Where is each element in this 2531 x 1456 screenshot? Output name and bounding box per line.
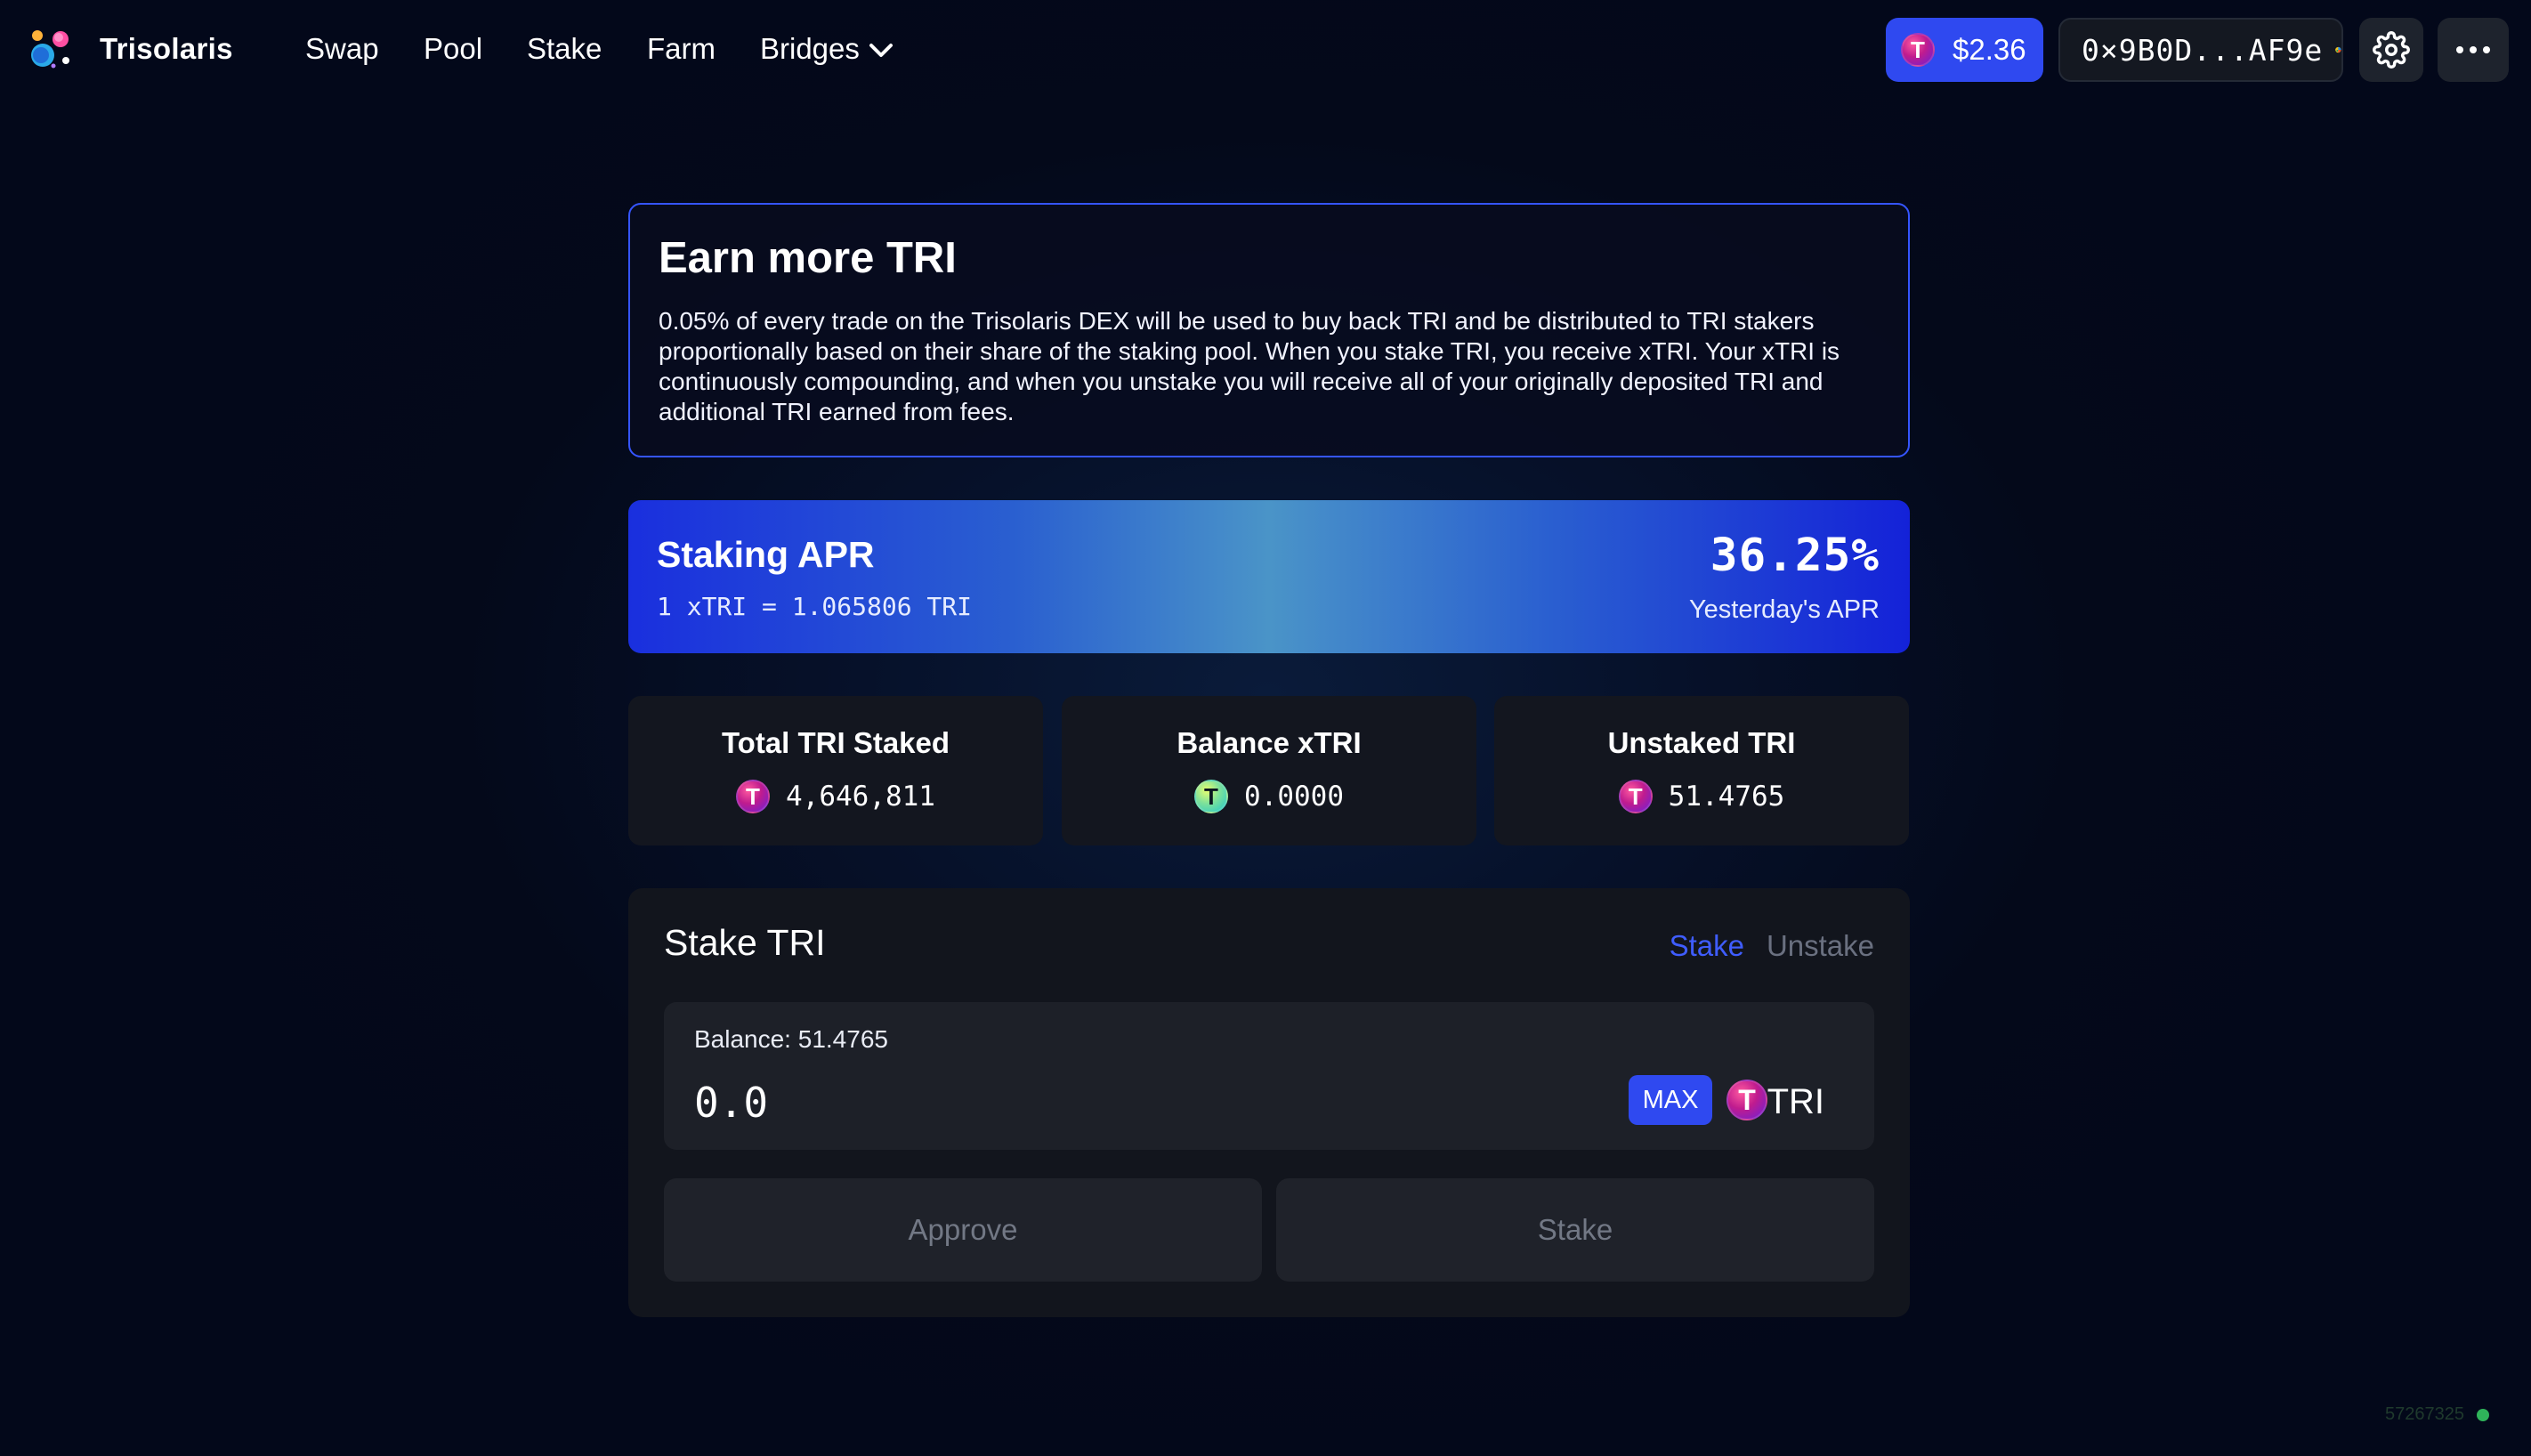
tri-token-icon: T bbox=[736, 780, 770, 813]
stat-label: Balance xTRI bbox=[1177, 726, 1362, 759]
max-button[interactable]: MAX bbox=[1629, 1075, 1712, 1125]
stat-card-balance-xtri: Balance xTRI T 0.0000 bbox=[1062, 696, 1476, 845]
nav-swap[interactable]: Swap bbox=[305, 32, 379, 66]
tab-stake[interactable]: Stake bbox=[1670, 929, 1744, 963]
tab-unstake[interactable]: Unstake bbox=[1767, 929, 1874, 963]
tri-price: $2.36 bbox=[1953, 33, 2026, 66]
top-navbar: Trisolaris Swap Pool Stake Farm Bridges … bbox=[0, 0, 2531, 100]
stat-value-row: T 51.4765 bbox=[1494, 780, 1909, 813]
stake-amount-box: Balance: 51.4765 MAX T TRI bbox=[664, 1002, 1874, 1150]
nav-bridges-label: Bridges bbox=[760, 32, 860, 65]
xtri-token-icon: T bbox=[1194, 780, 1228, 813]
settings-button[interactable] bbox=[2359, 18, 2423, 82]
approve-button[interactable]: Approve bbox=[664, 1178, 1262, 1282]
stake-panel-title: Stake TRI bbox=[664, 922, 826, 963]
stat-label: Total TRI Staked bbox=[721, 726, 950, 759]
nav-stake[interactable]: Stake bbox=[527, 32, 602, 66]
block-number-indicator[interactable]: 57267325 bbox=[2385, 1404, 2489, 1425]
wallet-address: 0×9B0D...AF9e bbox=[2082, 32, 2324, 68]
staking-apr-banner: Staking APR 1 xTRI = 1.065806 TRI 36.25%… bbox=[628, 500, 1910, 653]
info-description: 0.05% of every trade on the Trisolaris D… bbox=[659, 307, 1840, 425]
stake-button[interactable]: Stake bbox=[1276, 1178, 1874, 1282]
balance-label: Balance: 51.4765 bbox=[694, 1025, 888, 1053]
stat-value: 51.4765 bbox=[1668, 781, 1785, 813]
more-icon bbox=[2456, 46, 2490, 53]
status-dot-icon bbox=[2476, 1408, 2489, 1421]
apr-value: 36.25% bbox=[1710, 530, 1880, 582]
stat-card-total-staked: Total TRI Staked T 4,646,811 bbox=[628, 696, 1043, 845]
tri-price-button[interactable]: T $2.36 bbox=[1886, 18, 2043, 82]
block-number: 57267325 bbox=[2385, 1404, 2464, 1424]
stat-value-row: T 0.0000 bbox=[1062, 780, 1476, 813]
brand-name[interactable]: Trisolaris bbox=[100, 32, 233, 66]
token-symbol: TRI bbox=[1767, 1082, 1824, 1121]
stat-label: Unstaked TRI bbox=[1607, 726, 1796, 759]
stat-value: 0.0000 bbox=[1244, 781, 1344, 813]
nav-pool[interactable]: Pool bbox=[424, 32, 482, 66]
apr-title: Staking APR bbox=[657, 534, 875, 575]
info-title: Earn more TRI bbox=[659, 234, 957, 282]
chevron-down-icon bbox=[869, 44, 893, 57]
apr-subtitle: Yesterday's APR bbox=[1688, 595, 1880, 624]
nav-bridges-dropdown[interactable]: Bridges bbox=[760, 32, 894, 66]
earn-info-card: Earn more TRI 0.05% of every trade on th… bbox=[628, 203, 1910, 457]
stat-value: 4,646,811 bbox=[786, 781, 935, 813]
wallet-avatar-icon bbox=[2335, 46, 2341, 53]
more-menu-button[interactable] bbox=[2438, 18, 2509, 82]
tri-token-icon: T bbox=[1901, 33, 1935, 67]
stat-value-row: T 4,646,811 bbox=[628, 780, 1043, 813]
tri-token-icon: T bbox=[1726, 1080, 1767, 1120]
tri-token-icon: T bbox=[1618, 780, 1653, 813]
nav-farm[interactable]: Farm bbox=[647, 32, 716, 66]
stat-card-unstaked-tri: Unstaked TRI T 51.4765 bbox=[1494, 696, 1909, 845]
stake-amount-input[interactable] bbox=[692, 1072, 1319, 1134]
xtri-exchange-rate: 1 xTRI = 1.065806 TRI bbox=[657, 592, 973, 621]
gear-icon bbox=[2373, 31, 2410, 69]
stake-panel: Stake TRI Stake Unstake Balance: 51.4765… bbox=[628, 888, 1910, 1317]
trisolaris-logo-icon[interactable] bbox=[27, 25, 75, 73]
wallet-button[interactable]: 0×9B0D...AF9e bbox=[2058, 18, 2343, 82]
